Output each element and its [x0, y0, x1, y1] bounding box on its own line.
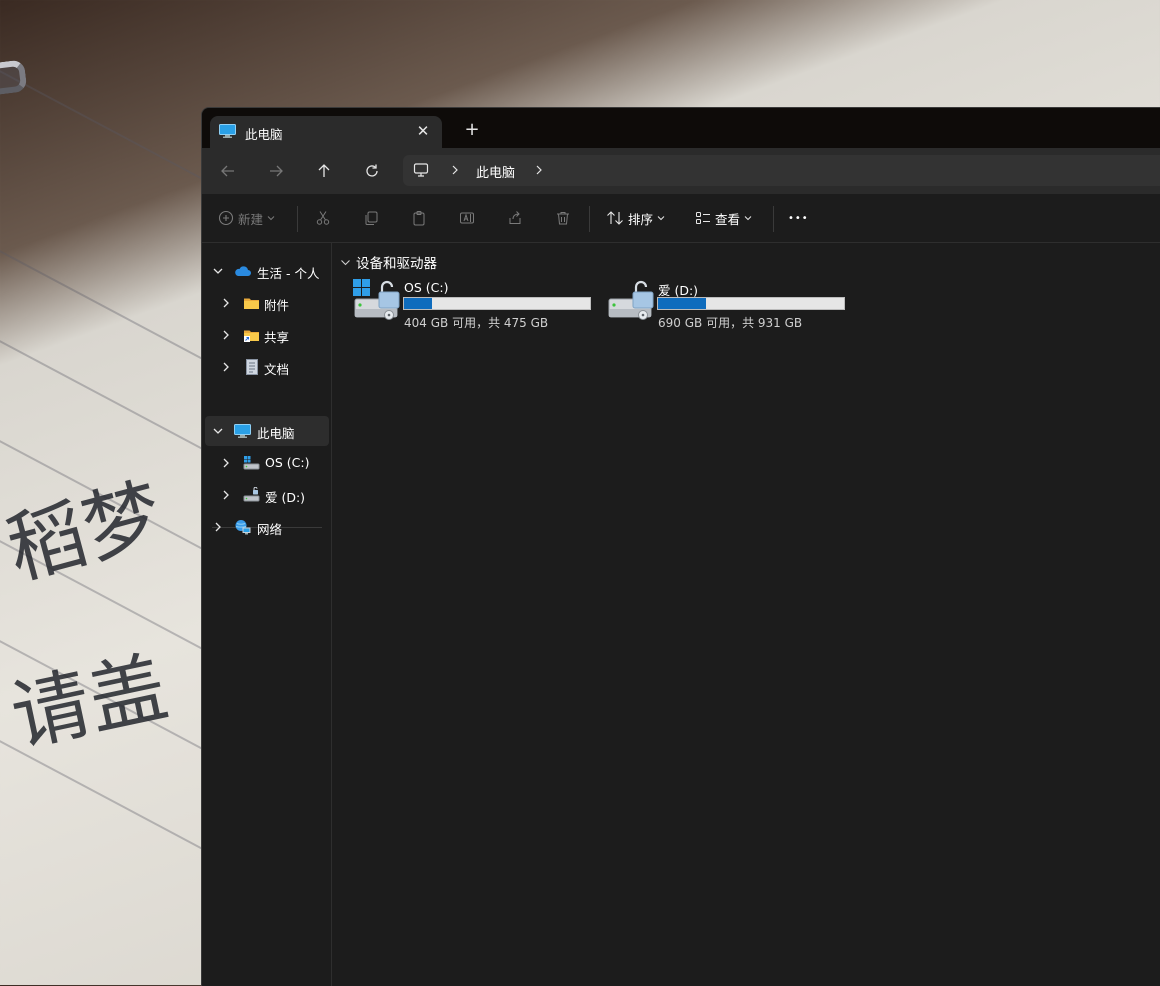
- drive-usage-bar: [657, 297, 845, 310]
- drive-tile-d[interactable]: 爱 (D:) 690 GB 可用，共 931 GB: [607, 279, 857, 337]
- trash-icon: [557, 212, 569, 225]
- refresh-icon: [366, 164, 378, 177]
- new-tab-button[interactable]: +: [460, 118, 484, 142]
- chevron-right-icon[interactable]: [220, 329, 232, 341]
- sidebar-item-drive-d[interactable]: 爱 (D:): [205, 480, 329, 510]
- sort-button-label: 排序: [628, 211, 654, 227]
- drive-free-space: 404 GB 可用，共 475 GB: [404, 316, 549, 330]
- system-drive-icon: [243, 456, 260, 470]
- devices-group-header[interactable]: 设备和驱动器: [340, 252, 437, 272]
- file-explorer-window: 此电脑 ✕ + 此电脑 新建 排序 查看 ••• 生活 - 个人 附件 共享 文…: [201, 107, 1160, 986]
- chevron-down-icon: [657, 216, 665, 221]
- folder-icon: [244, 298, 259, 309]
- rename-button[interactable]: [459, 204, 475, 232]
- cut-button[interactable]: [315, 204, 331, 232]
- drive-locked-icon: [608, 280, 654, 320]
- group-title: 设备和驱动器: [356, 256, 437, 272]
- sidebar-item-label: 文档: [264, 362, 290, 377]
- refresh-button[interactable]: [356, 155, 388, 187]
- view-layout-icon: [696, 212, 710, 224]
- sidebar-item-label: 此电脑: [257, 426, 295, 441]
- shared-folder-icon: [244, 330, 259, 342]
- sidebar-item-network[interactable]: 网络: [205, 512, 329, 542]
- sidebar-item-label: 附件: [264, 298, 290, 313]
- more-options-button[interactable]: •••: [788, 204, 809, 232]
- more-icon: •••: [788, 212, 809, 224]
- tab-title: 此电脑: [245, 127, 283, 142]
- sidebar-item-label: 共享: [264, 330, 290, 345]
- this-pc-outline-icon: [413, 163, 429, 177]
- sidebar-item-drive-c[interactable]: OS (C:): [205, 448, 329, 478]
- copy-button[interactable]: [363, 204, 379, 232]
- sidebar-item-documents[interactable]: 文档: [205, 352, 329, 382]
- scissors-icon: [316, 211, 330, 225]
- drive-tile-c[interactable]: OS (C:) 404 GB 可用，共 475 GB: [353, 279, 603, 337]
- chevron-down-icon: [267, 216, 275, 221]
- back-button[interactable]: [212, 155, 244, 187]
- arrow-up-icon: [318, 164, 330, 177]
- share-button[interactable]: [507, 204, 523, 232]
- forward-button[interactable]: [260, 155, 292, 187]
- monitor-icon: [234, 424, 251, 438]
- sidebar-item-label: 爱 (D:): [265, 490, 306, 505]
- sidebar-item-label: 生活 - 个人: [257, 266, 320, 281]
- main-content: 设备和驱动器 OS (C:) 404 GB 可用，共 475 GB 爱 (D:)…: [332, 243, 1160, 986]
- sort-button[interactable]: 排序: [606, 204, 665, 232]
- monitor-icon: [219, 124, 236, 138]
- sidebar-item-attachments[interactable]: 附件: [205, 288, 329, 318]
- toolbar-divider: [297, 206, 298, 232]
- sidebar-item-label: 网络: [257, 522, 283, 537]
- delete-button[interactable]: [555, 204, 571, 232]
- copy-icon: [365, 211, 378, 225]
- paste-button[interactable]: [411, 204, 427, 232]
- drive-free-space: 690 GB 可用，共 931 GB: [658, 316, 803, 330]
- chevron-down-icon: [341, 259, 350, 265]
- chevron-right-icon[interactable]: [220, 489, 232, 501]
- rename-icon: [460, 212, 474, 224]
- plus-circle-icon: [218, 210, 234, 226]
- toolbar-divider: [589, 206, 590, 232]
- chevron-down-icon[interactable]: [212, 265, 224, 277]
- chevron-right-icon[interactable]: [220, 361, 232, 373]
- address-bar[interactable]: 此电脑: [403, 155, 1160, 186]
- sidebar-item-shared[interactable]: 共享: [205, 320, 329, 350]
- view-button[interactable]: 查看: [695, 204, 752, 232]
- network-icon: [235, 520, 251, 535]
- arrow-left-icon: [221, 165, 234, 177]
- sort-icon: [607, 211, 623, 225]
- toolbar-divider: [773, 206, 774, 232]
- new-button-label: 新建: [238, 211, 264, 227]
- chevron-right-icon[interactable]: [220, 457, 232, 469]
- drive-usage-fill: [658, 298, 707, 309]
- system-drive-locked-icon: [353, 279, 400, 320]
- sidebar-item-onedrive[interactable]: 生活 - 个人: [205, 256, 329, 286]
- breadcrumb-this-pc[interactable]: 此电脑: [476, 162, 515, 181]
- chevron-down-icon[interactable]: [212, 425, 224, 437]
- share-icon: [509, 211, 521, 224]
- breadcrumb-chevron-icon[interactable]: [450, 164, 460, 176]
- chevron-down-icon: [744, 216, 752, 221]
- command-bar: 新建 排序 查看 •••: [202, 194, 1160, 243]
- onedrive-cloud-icon: [235, 266, 251, 276]
- chevron-right-icon[interactable]: [220, 297, 232, 309]
- view-button-label: 查看: [715, 211, 741, 227]
- navigation-bar: 此电脑: [202, 148, 1160, 194]
- breadcrumb-chevron-icon[interactable]: [534, 164, 544, 176]
- document-icon: [246, 359, 258, 375]
- arrow-right-icon: [270, 165, 283, 177]
- chevron-right-icon[interactable]: [212, 521, 224, 533]
- drive-usage-fill: [404, 298, 432, 309]
- new-button[interactable]: 新建: [218, 204, 275, 232]
- drive-icon: [243, 487, 260, 502]
- drive-name: OS (C:): [404, 280, 449, 295]
- sidebar-item-this-pc[interactable]: 此电脑: [205, 416, 329, 446]
- close-tab-button[interactable]: ✕: [412, 120, 434, 142]
- up-button[interactable]: [308, 155, 340, 187]
- navigation-pane: 生活 - 个人 附件 共享 文档 此电脑 OS (C:) 爱 (D:) 网络: [202, 243, 332, 986]
- tab-this-pc[interactable]: 此电脑 ✕: [210, 116, 442, 148]
- clipboard-icon: [413, 211, 425, 226]
- tab-bar: 此电脑 ✕ +: [202, 108, 1160, 148]
- sidebar-item-label: OS (C:): [265, 455, 310, 470]
- drive-usage-bar: [403, 297, 591, 310]
